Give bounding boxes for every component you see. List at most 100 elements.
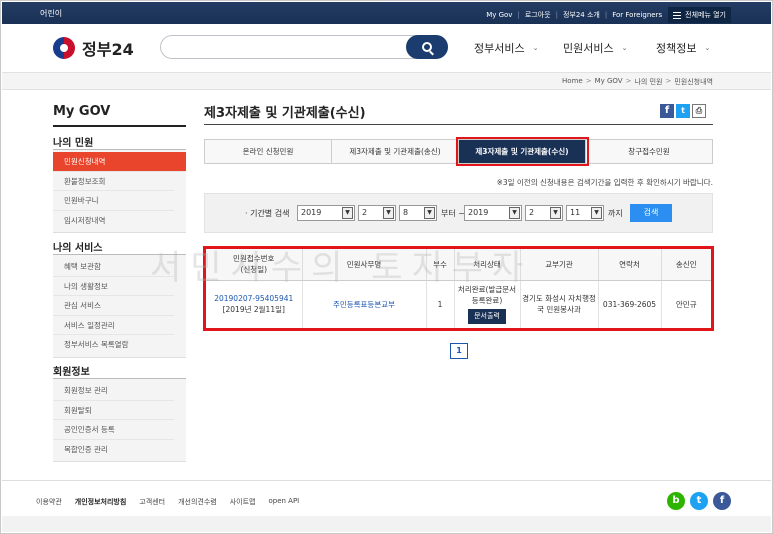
column-header-copies: 부수 — [426, 249, 455, 281]
sidebar-group-title: 나의 민원 — [53, 132, 186, 150]
sidebar-item-member-info[interactable]: 회원정보 관리 — [53, 381, 174, 401]
tab-online-applications[interactable]: 온라인 신청민원 — [205, 140, 332, 163]
foreigners-link[interactable]: For Foreigners — [612, 11, 662, 19]
search-input[interactable] — [173, 37, 403, 57]
sidebar-group-member: 회원정보 회원정보 관리 회원탈퇴 공인인증서 등록 복합인증 관리 — [53, 361, 186, 462]
footer-divider — [2, 480, 771, 481]
sidebar-item-schedule[interactable]: 서비스 일정관리 — [53, 316, 174, 335]
column-header-agency: 교부기관 — [520, 249, 599, 281]
breadcrumb-mygov[interactable]: My GOV — [595, 77, 623, 87]
sidebar-item-service-list[interactable]: 정부서비스 목록열람 — [53, 335, 174, 355]
sidebar-item-refund[interactable]: 환불정보조회 — [53, 172, 174, 191]
blog-icon[interactable]: b — [667, 492, 685, 510]
from-day-select[interactable]: 8 ▼ — [399, 205, 437, 221]
breadcrumb-my-civil[interactable]: 나의 민원 — [634, 77, 662, 87]
gnb-government-services[interactable]: 정부서비스 ⌄ — [474, 40, 538, 56]
from-month-select[interactable]: 2 ▼ — [358, 205, 396, 221]
top-utility-bar: 어린이 My Gov | 로그아웃 | 정부24 소개 | For Foreig… — [2, 2, 771, 24]
footer-sns: b t f — [662, 492, 731, 510]
tab-third-party-sent[interactable]: 제3자제출 및 기관제출(송신) — [332, 140, 459, 163]
select-value: 2019 — [468, 208, 489, 217]
select-value: 11 — [570, 208, 581, 217]
search-button[interactable] — [406, 35, 448, 59]
print-document-button[interactable]: 문서출력 — [468, 309, 506, 325]
logo-text: 정부24 — [82, 40, 134, 59]
service-name-cell: 주민등록표등본교부 — [302, 280, 427, 328]
chevron-down-icon: ▼ — [509, 207, 520, 219]
sidebar-divider — [53, 125, 186, 127]
from-year-select[interactable]: 2019 ▼ — [297, 205, 355, 221]
search-submit-button[interactable]: 검색 — [630, 204, 672, 222]
utility-links: My Gov | 로그아웃 | 정부24 소개 | For Foreigners… — [486, 7, 731, 23]
sidebar-item-benefits[interactable]: 혜택 보관함 — [53, 257, 174, 277]
page-number-button[interactable]: 1 — [450, 343, 468, 359]
sidebar-group-box: 민원신청내역 환불정보조회 민원바구니 임시저장내역 — [53, 150, 186, 233]
chevron-down-icon: ▼ — [383, 207, 394, 219]
site-logo[interactable]: 정부24 — [53, 36, 134, 60]
twitter-share-icon[interactable]: t — [676, 104, 690, 118]
select-value: 2 — [362, 208, 368, 217]
facebook-icon[interactable]: f — [713, 492, 731, 510]
request-tabs: 온라인 신청민원 제3자제출 및 기관제출(송신) 제3자제출 및 기관제출(수… — [204, 137, 713, 166]
gnb-label: 정책정보 — [656, 42, 697, 55]
tab-third-party-received[interactable]: 제3자제출 및 기관제출(수신) — [456, 137, 589, 166]
footer-link-support[interactable]: 고객센터 — [139, 497, 165, 507]
title-divider — [204, 124, 713, 125]
print-icon[interactable]: ⎙ — [692, 104, 706, 118]
kids-link[interactable]: 어린이 — [40, 8, 62, 19]
sidebar-item-basket[interactable]: 민원바구니 — [53, 191, 174, 211]
logout-link[interactable]: 로그아웃 — [525, 10, 551, 20]
gnb-civil-services[interactable]: 민원서비스 ⌄ — [563, 40, 627, 56]
period-filter: · 기간별 검색 2019 ▼ 2 ▼ 8 ▼ 부터 ~ 2019 ▼ 2 ▼ 11 ▼ 까… — [204, 193, 713, 233]
footer-link-openapi[interactable]: open API — [268, 497, 299, 507]
sidebar-item-temp-saved[interactable]: 임시저장내역 — [53, 211, 174, 231]
search-notice: ※3일 이전의 신청내용은 검색기간을 입력한 후 확인하시기 바랍니다. — [496, 178, 713, 187]
column-header-contact: 연락처 — [598, 249, 662, 281]
sidebar-item-certificate[interactable]: 공인인증서 등록 — [53, 420, 174, 440]
status-cell: 처리완료(발급문서 등록완료) 문서출력 — [454, 280, 521, 328]
column-header-receipt-no: 민원접수번호 (신청일) — [206, 249, 303, 281]
to-text: 까지 — [608, 209, 623, 218]
to-year-select[interactable]: 2019 ▼ — [464, 205, 522, 221]
tab-counter-applications[interactable]: 창구접수민원 — [586, 140, 712, 163]
select-value: 2019 — [301, 208, 322, 217]
sidebar-item-interest[interactable]: 관심 서비스 — [53, 296, 174, 316]
facebook-share-icon[interactable]: f — [660, 104, 674, 118]
status-text: 처리완료(발급문서 등록완료) — [457, 285, 517, 306]
gnb-policy-info[interactable]: 정책정보 ⌄ — [656, 40, 710, 56]
footer-link-privacy[interactable]: 개인정보처리방침 — [75, 497, 127, 507]
breadcrumb-separator: > — [625, 77, 632, 85]
about-link[interactable]: 정부24 소개 — [563, 10, 600, 20]
page-title: 제3자제출 및 기관제출(수신) — [204, 106, 366, 121]
all-menu-label: 전체메뉴 열기 — [685, 11, 726, 19]
search-bar — [160, 35, 448, 59]
twitter-icon[interactable]: t — [690, 492, 708, 510]
results-table-container: 민원접수번호 (신청일) 민원사무명 부수 처리상태 교부기관 연락처 송신인 … — [203, 246, 714, 331]
breadcrumb-home[interactable]: Home — [562, 77, 583, 87]
sidebar-group-my-civil: 나의 민원 민원신청내역 환불정보조회 민원바구니 임시저장내역 — [53, 132, 186, 233]
divider: | — [555, 11, 558, 19]
to-day-select[interactable]: 11 ▼ — [566, 205, 604, 221]
agency-cell: 경기도 화성시 자치행정국 민원봉사과 — [520, 280, 599, 328]
sidebar-item-life-info[interactable]: 나의 생활정보 — [53, 277, 174, 296]
service-name-link[interactable]: 주민등록표등본교부 — [333, 300, 395, 309]
breadcrumb-separator: > — [665, 77, 672, 85]
receipt-number-link[interactable]: 20190207-95405941 — [206, 293, 302, 304]
search-icon — [422, 42, 432, 52]
to-month-select[interactable]: 2 ▼ — [525, 205, 563, 221]
mygov-link[interactable]: My Gov — [486, 11, 512, 19]
breadcrumb-bar: Home > My GOV > 나의 민원 > 민원신청내역 — [2, 72, 771, 90]
footer-link-sitemap[interactable]: 사이트맵 — [230, 497, 256, 507]
sidebar-item-withdraw[interactable]: 회원탈퇴 — [53, 401, 174, 420]
taegeuk-logo-icon — [53, 37, 75, 59]
all-menu-button[interactable]: 전체메뉴 열기 — [668, 7, 731, 23]
sidebar-group-box: 혜택 보관함 나의 생활정보 관심 서비스 서비스 일정관리 정부서비스 목록열… — [53, 255, 186, 358]
table-header-row: 민원접수번호 (신청일) 민원사무명 부수 처리상태 교부기관 연락처 송신인 — [206, 249, 711, 281]
sidebar-item-application-history[interactable]: 민원신청내역 — [53, 152, 186, 172]
footer-link-terms[interactable]: 이용약관 — [36, 497, 62, 507]
sidebar-item-multi-auth[interactable]: 복합인증 관리 — [53, 440, 174, 460]
footer-link-feedback[interactable]: 개선의견수렴 — [178, 497, 217, 507]
breadcrumb-current: 민원신청내역 — [674, 78, 713, 86]
chevron-down-icon: ▼ — [424, 207, 435, 219]
sidebar-group-title: 나의 서비스 — [53, 237, 186, 255]
